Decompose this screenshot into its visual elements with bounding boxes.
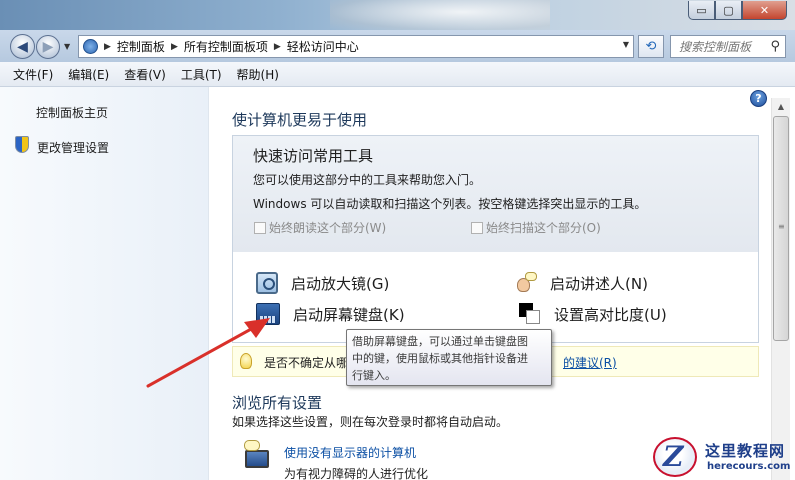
watermark-name: 这里教程网	[705, 442, 786, 460]
start-narrator-label[interactable]: 启动讲述人(N)	[550, 273, 648, 294]
refresh-button[interactable]: ⟲	[638, 35, 664, 58]
breadcrumb-separator-icon[interactable]: ▶	[274, 42, 281, 52]
title-bar: ▭ ▢ ✕	[0, 0, 795, 30]
quick-access-title: 快速访问常用工具	[253, 147, 374, 165]
start-on-screen-keyboard-link[interactable]: 启动屏幕键盘(K)	[256, 303, 405, 325]
on-screen-keyboard-tooltip: 借助屏幕键盘，可以通过单击键盘图 中的键，使用鼠标或其他指针设备进 行键入。	[346, 329, 552, 386]
tooltip-line: 借助屏幕键盘，可以通过单击键盘图	[352, 335, 528, 348]
left-pane: 控制面板主页 更改管理设置	[0, 87, 209, 480]
always-scan-label: 始终扫描这个部分(O)	[486, 221, 601, 235]
menu-file[interactable]: 文件(F)	[13, 66, 53, 83]
breadcrumb-all-items[interactable]: 所有控制面板项	[184, 38, 268, 55]
menu-view[interactable]: 查看(V)	[124, 66, 166, 83]
start-narrator-link[interactable]: 启动讲述人(N)	[515, 272, 648, 294]
narrator-icon	[515, 272, 537, 294]
lightbulb-icon	[240, 353, 252, 369]
always-read-checkbox[interactable]: 始终朗读这个部分(W)	[254, 219, 386, 236]
start-on-screen-keyboard-label[interactable]: 启动屏幕键盘(K)	[293, 304, 405, 325]
always-scan-checkbox[interactable]: 始终扫描这个部分(O)	[471, 219, 601, 236]
checkbox-icon[interactable]	[471, 221, 483, 234]
scrollbar-thumb[interactable]: ≡	[773, 116, 789, 341]
help-icon[interactable]: ?	[750, 90, 767, 107]
monitor-narrator-icon[interactable]	[243, 440, 273, 472]
menu-help[interactable]: 帮助(H)	[237, 66, 279, 83]
always-read-label: 始终朗读这个部分(W)	[269, 221, 387, 235]
change-admin-settings-link[interactable]: 更改管理设置	[37, 139, 109, 156]
forward-arrow-icon: ▶	[42, 39, 54, 55]
menu-bar: 文件(F) 编辑(E) 查看(V) 工具(T) 帮助(H)	[0, 62, 795, 87]
minimize-button[interactable]: ▭	[688, 1, 715, 20]
menu-edit[interactable]: 编辑(E)	[68, 66, 109, 83]
uac-shield-icon	[15, 136, 29, 153]
title-bar-background	[330, 0, 550, 30]
breadcrumb-separator-icon[interactable]: ▶	[171, 42, 178, 52]
suggestion-text: 是否不确定从哪	[264, 356, 349, 370]
breadcrumb-ease-of-access[interactable]: 轻松访问中心	[287, 38, 359, 55]
magnifier-icon	[256, 272, 278, 294]
quick-access-scan-description: Windows 可以自动读取和扫描这个列表。按空格键选择突出显示的工具。	[253, 197, 647, 211]
scroll-up-icon[interactable]: ▲	[772, 98, 790, 115]
control-panel-icon	[83, 39, 98, 54]
set-high-contrast-link[interactable]: 设置高对比度(U)	[519, 303, 667, 325]
history-dropdown-icon[interactable]: ▼	[64, 42, 70, 51]
address-bar[interactable]: ▶ 控制面板 ▶ 所有控制面板项 ▶ 轻松访问中心 ▼	[78, 35, 634, 58]
page-title: 使计算机更易于使用	[232, 111, 368, 129]
browse-settings-title: 浏览所有设置	[232, 394, 323, 412]
search-input[interactable]	[679, 39, 767, 54]
back-arrow-icon: ◀	[17, 38, 28, 55]
maximize-button[interactable]: ▢	[715, 1, 742, 20]
forward-button[interactable]: ▶	[36, 35, 60, 59]
set-high-contrast-label[interactable]: 设置高对比度(U)	[554, 304, 667, 325]
tooltip-line: 行键入。	[352, 369, 396, 382]
watermark-url: herecours.com	[707, 461, 791, 472]
vertical-scrollbar[interactable]: ▲ ≡	[771, 98, 790, 480]
watermark-logo: Z 这里教程网 herecours.com	[645, 437, 795, 480]
navigation-bar: ◀ ▶ ▼ ▶ 控制面板 ▶ 所有控制面板项 ▶ 轻松访问中心 ▼ ⟲ ⚲	[0, 30, 795, 62]
breadcrumb-control-panel[interactable]: 控制面板	[117, 38, 165, 55]
search-box[interactable]: ⚲	[670, 35, 786, 58]
use-without-display-link[interactable]: 使用没有显示器的计算机	[284, 444, 416, 461]
suggestion-link[interactable]: 的建议(R)	[563, 354, 617, 371]
menu-tools[interactable]: 工具(T)	[181, 66, 222, 83]
quick-access-header: 快速访问常用工具 您可以使用这部分中的工具来帮助您入门。 Windows 可以自…	[233, 136, 758, 252]
address-dropdown-icon[interactable]: ▼	[623, 40, 629, 49]
tooltip-line: 中的键，使用鼠标或其他指针设备进	[352, 352, 528, 365]
browse-settings-description: 如果选择这些设置，则在每次登录时都将自动启动。	[232, 415, 509, 429]
control-panel-home-link[interactable]: 控制面板主页	[36, 104, 108, 121]
watermark-z-letter: Z	[663, 440, 684, 473]
start-magnifier-label[interactable]: 启动放大镜(G)	[291, 273, 389, 294]
back-button[interactable]: ◀	[10, 34, 35, 59]
refresh-icon: ⟲	[645, 39, 657, 54]
close-button[interactable]: ✕	[742, 1, 787, 20]
breadcrumb-separator-icon[interactable]: ▶	[104, 42, 111, 52]
quick-access-description: 您可以使用这部分中的工具来帮助您入门。	[253, 173, 482, 187]
keyboard-icon	[256, 303, 280, 325]
use-without-display-description: 为有视力障碍的人进行优化	[284, 467, 429, 480]
start-magnifier-link[interactable]: 启动放大镜(G)	[256, 272, 389, 294]
search-icon[interactable]: ⚲	[770, 39, 780, 54]
window-controls: ▭ ▢ ✕	[688, 1, 787, 20]
checkbox-icon[interactable]	[254, 221, 266, 234]
grip-icon: ≡	[778, 222, 785, 231]
high-contrast-icon	[519, 303, 541, 325]
